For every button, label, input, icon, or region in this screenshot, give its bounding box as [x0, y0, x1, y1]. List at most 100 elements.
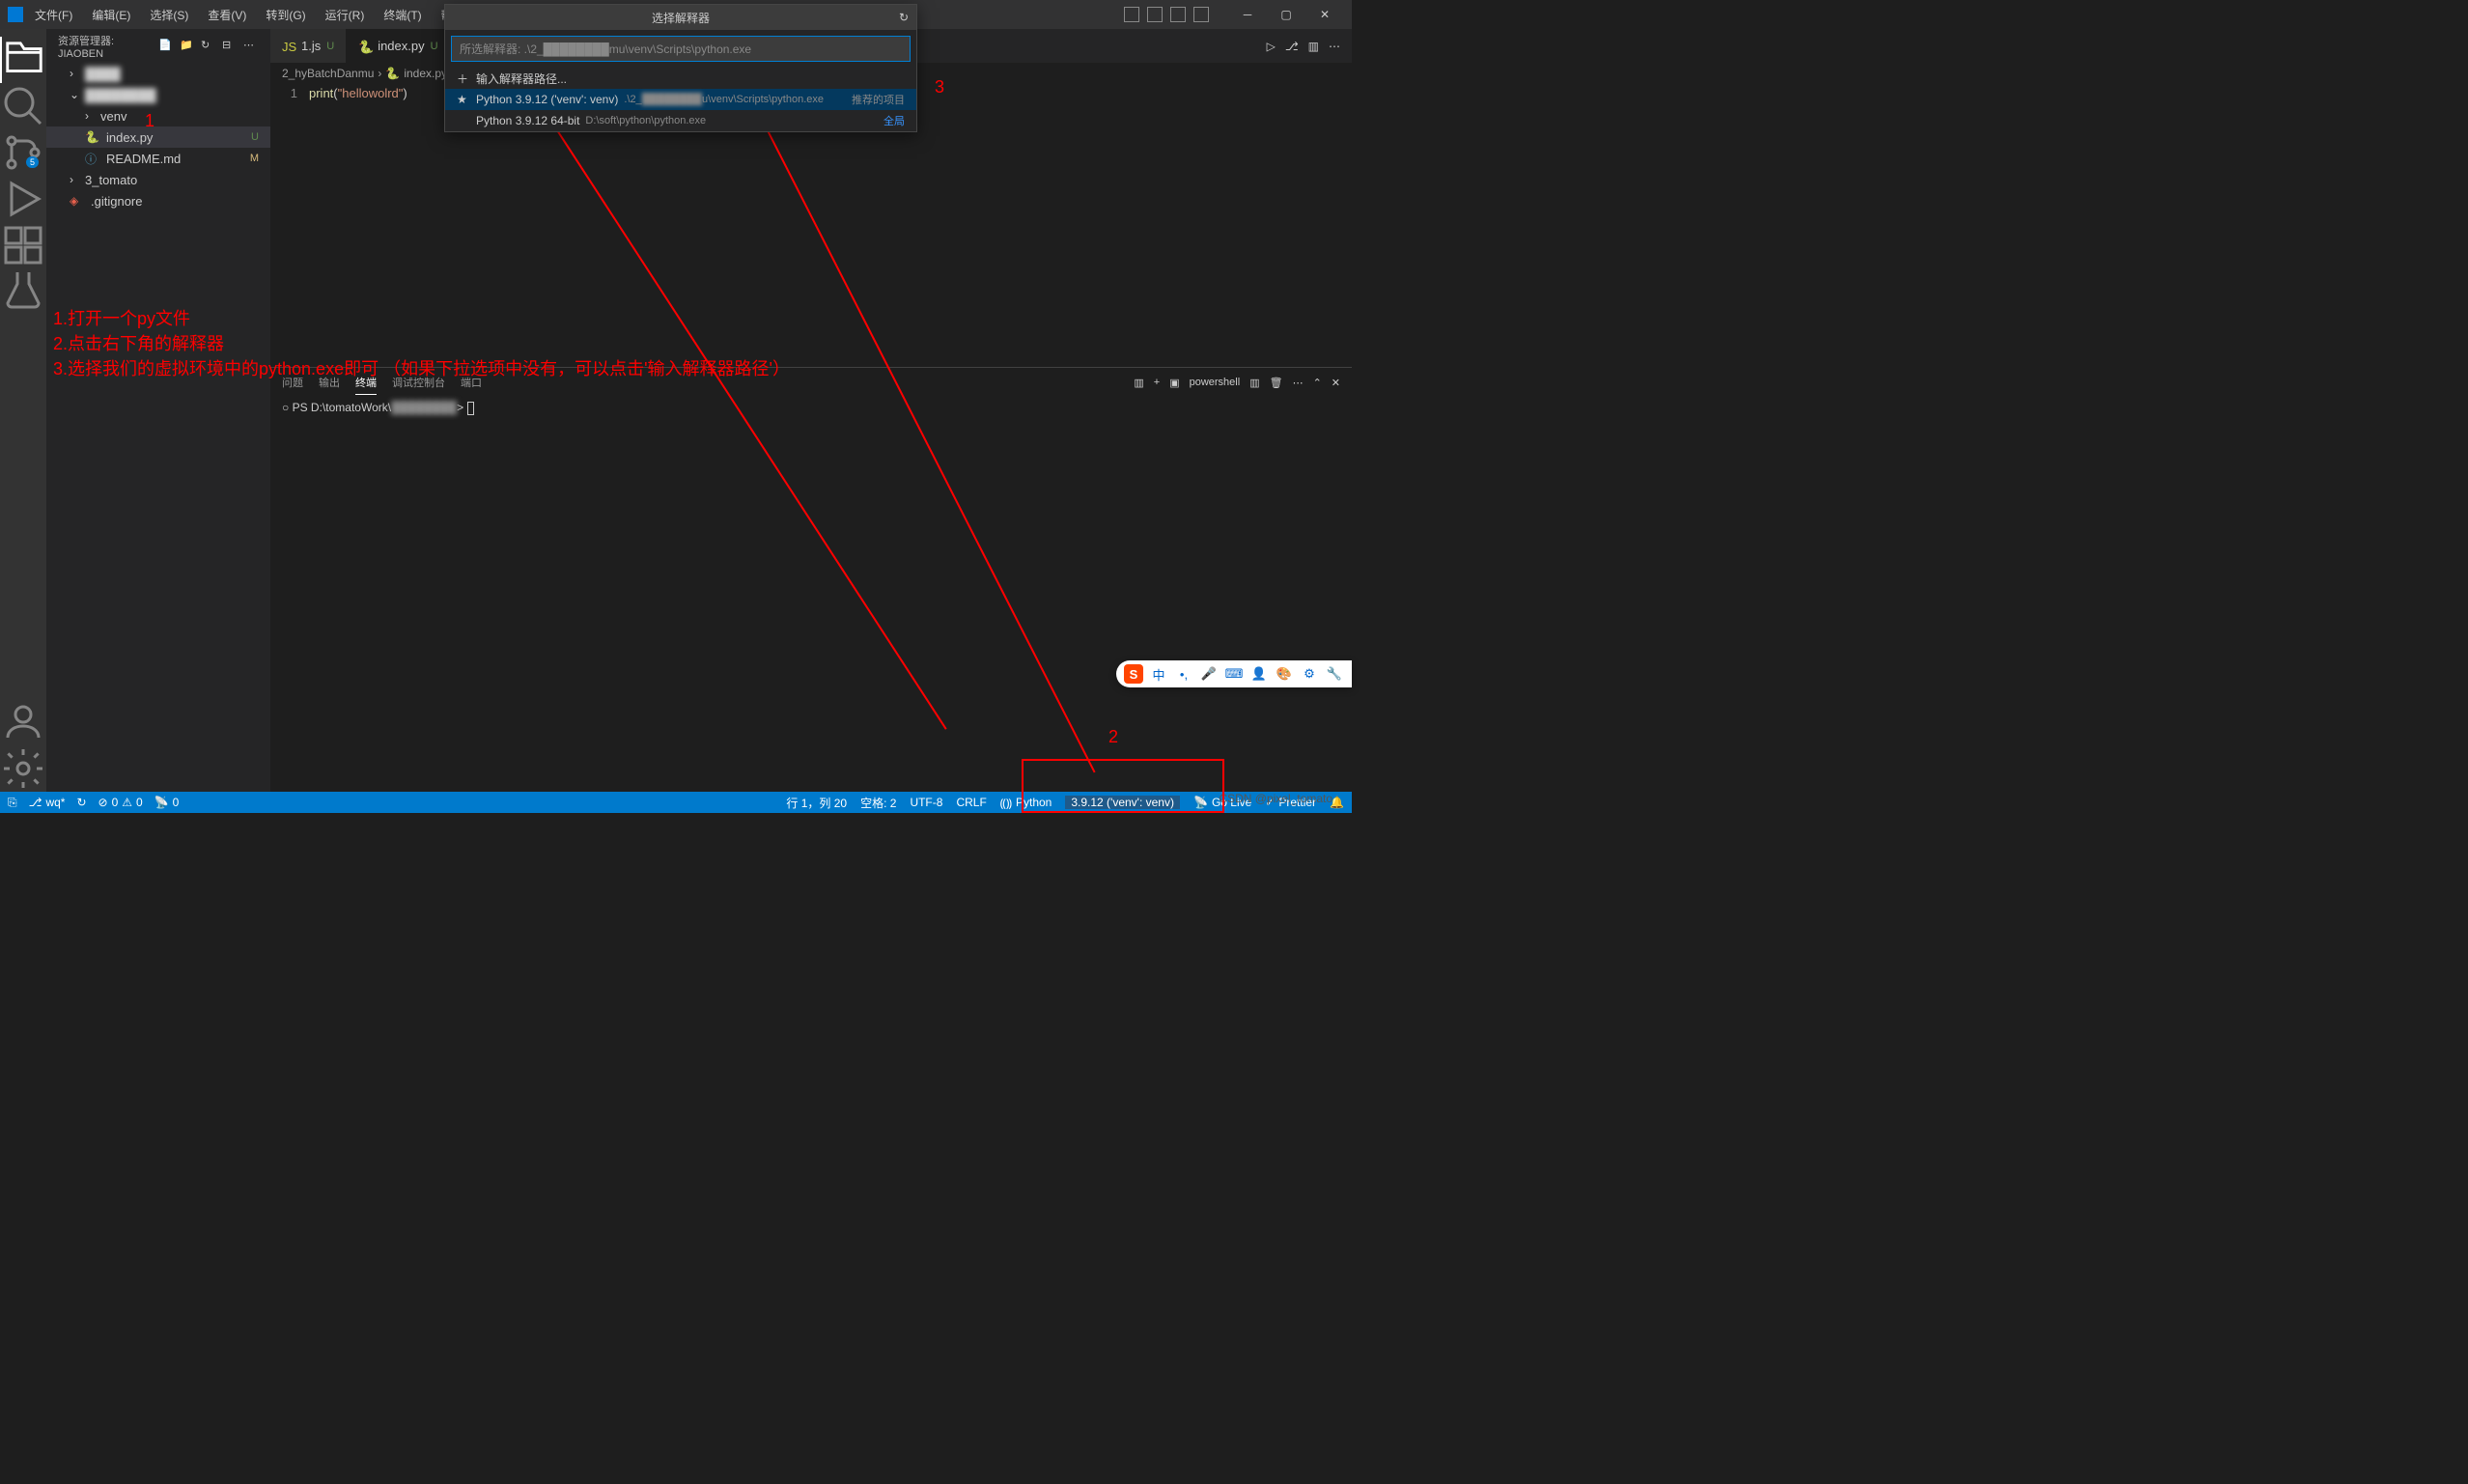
ime-keyboard-icon[interactable]: ⌨	[1224, 664, 1244, 684]
status-spaces[interactable]: 空格: 2	[860, 795, 896, 811]
activity-explorer[interactable]	[0, 37, 46, 83]
picker-enter-path[interactable]: ＋ 输入解释器路径...	[445, 68, 916, 89]
terminal-shell-label[interactable]: powershell	[1190, 377, 1241, 388]
menu-run[interactable]: 运行(R)	[318, 3, 373, 27]
more-icon[interactable]: ⋯	[243, 39, 259, 54]
new-folder-icon[interactable]: 📁	[180, 39, 195, 54]
window-minimize[interactable]: ─	[1228, 0, 1267, 29]
tab-label: 1.js	[301, 39, 321, 53]
status-language[interactable]: ⸨⸩ Python	[1000, 795, 1052, 811]
menu-edit[interactable]: 编辑(E)	[84, 3, 138, 27]
ime-tools-icon[interactable]: 🔧	[1325, 664, 1344, 684]
refresh-icon[interactable]: ↻	[899, 11, 909, 24]
window-close[interactable]: ✕	[1305, 0, 1344, 29]
ime-skin-icon[interactable]: 🎨	[1275, 664, 1294, 684]
tree-folder[interactable]: ›████	[46, 63, 270, 84]
watermark: CSDN @pixel_tomato	[1219, 792, 1332, 805]
vscode-icon	[8, 7, 23, 22]
more-icon[interactable]: ⋯	[1329, 40, 1340, 53]
git-icon: ◈	[70, 194, 87, 208]
menu-select[interactable]: 选择(S)	[142, 3, 196, 27]
panel-tab-problems[interactable]: 问题	[282, 371, 303, 394]
ime-settings-icon[interactable]: ⚙	[1300, 664, 1319, 684]
ime-user-icon[interactable]: 👤	[1249, 664, 1269, 684]
js-icon: JS	[282, 40, 295, 53]
activity-testing[interactable]	[0, 268, 46, 315]
ime-punctuation-icon[interactable]: •,	[1174, 664, 1193, 684]
menu-terminal[interactable]: 终端(T)	[376, 3, 429, 27]
status-remote[interactable]: ⎘	[8, 796, 17, 810]
debug-icon[interactable]: ⎇	[1285, 40, 1299, 53]
split-editor-icon[interactable]: ▥	[1308, 40, 1319, 53]
status-branch[interactable]: ⎇ wq*	[29, 796, 66, 809]
status-interpreter[interactable]: 3.9.12 ('venv': venv)	[1065, 796, 1180, 809]
tree-folder-venv[interactable]: ›venv	[46, 105, 270, 126]
status-sync[interactable]: ↻	[76, 796, 86, 809]
terminal-split-icon[interactable]: ▥	[1134, 377, 1143, 389]
window-maximize[interactable]: ▢	[1267, 0, 1305, 29]
activity-debug[interactable]	[0, 176, 46, 222]
maximize-icon[interactable]: ⌃	[1313, 377, 1322, 389]
collapse-icon[interactable]: ⊟	[222, 39, 238, 54]
terminal-plus-icon[interactable]: +	[1154, 377, 1160, 388]
status-bar: ⎘ ⎇ wq* ↻ ⊘ 0 ⚠ 0 📡 0 行 1，列 20 空格: 2 UTF…	[0, 792, 1352, 813]
layout-sidebar-right-icon[interactable]	[1170, 7, 1186, 22]
activity-settings[interactable]	[0, 745, 46, 792]
layout-sidebar-left-icon[interactable]	[1124, 7, 1139, 22]
tree-file-index-py[interactable]: 🐍index.pyU	[46, 126, 270, 148]
more-icon[interactable]: ⋯	[1293, 377, 1304, 389]
activity-search[interactable]	[0, 83, 46, 129]
status-eol[interactable]: CRLF	[956, 796, 986, 809]
split-icon[interactable]: ▥	[1249, 377, 1259, 389]
terminal-shell-icon[interactable]: ▣	[1169, 377, 1179, 389]
picker-item-venv[interactable]: ★ Python 3.9.12 ('venv': venv) .\2_█████…	[445, 89, 916, 110]
status-cursor[interactable]: 行 1，列 20	[786, 795, 847, 811]
breadcrumb-file[interactable]: index.py	[404, 67, 447, 80]
tab-1js[interactable]: JS 1.js U	[270, 29, 347, 63]
menu-go[interactable]: 转到(G)	[258, 3, 313, 27]
tree-file-gitignore[interactable]: ◈.gitignore	[46, 190, 270, 211]
trash-icon[interactable]: 🗑	[1270, 377, 1283, 389]
run-icon[interactable]: ▷	[1267, 40, 1276, 53]
line-numbers: 1	[270, 84, 309, 367]
menu-view[interactable]: 查看(V)	[200, 3, 254, 27]
panel-tab-terminal[interactable]: 终端	[355, 371, 377, 395]
activity-extensions[interactable]	[0, 222, 46, 268]
info-icon: ⓘ	[85, 151, 102, 167]
terminal-content[interactable]: ○ PS D:\tomatoWork\████████>	[270, 397, 1352, 792]
source-control-badge: 5	[26, 156, 39, 168]
panel-tab-ports[interactable]: 端口	[461, 371, 482, 394]
ime-toolbar[interactable]: S 中 •, 🎤 ⌨ 👤 🎨 ⚙ 🔧	[1116, 660, 1352, 687]
panel-tab-output[interactable]: 输出	[319, 371, 340, 394]
activity-accounts[interactable]	[0, 699, 46, 745]
status-problems[interactable]: ⊘ 0 ⚠ 0	[98, 796, 143, 809]
panel: 问题 输出 终端 调试控制台 端口 ▥ + ▣ powershell ▥ 🗑 ⋯…	[270, 367, 1352, 792]
tree-folder-tomato[interactable]: ›3_tomato	[46, 169, 270, 190]
menu-file[interactable]: 文件(F)	[27, 3, 80, 27]
picker-input[interactable]: 所选解释器: .\2_████████mu\venv\Scripts\pytho…	[451, 36, 911, 62]
plus-icon: ＋	[457, 70, 470, 87]
ime-lang[interactable]: 中	[1149, 664, 1168, 684]
activity-bar: 5	[0, 29, 46, 792]
interpreter-picker: 选择解释器 ↻ 所选解释器: .\2_████████mu\venv\Scrip…	[444, 4, 917, 132]
tab-label: index.py	[378, 39, 424, 53]
explorer-header: 资源管理器: JIAOBEN 📄 📁 ↻ ⊟ ⋯	[46, 29, 270, 63]
ime-voice-icon[interactable]: 🎤	[1199, 664, 1219, 684]
python-icon: 🐍	[358, 40, 372, 53]
new-file-icon[interactable]: 📄	[158, 39, 174, 54]
refresh-icon[interactable]: ↻	[201, 39, 216, 54]
status-encoding[interactable]: UTF-8	[910, 796, 942, 809]
tree-folder[interactable]: ⌄████████	[46, 84, 270, 105]
picker-item-global[interactable]: Python 3.9.12 64-bit D:\soft\python\pyth…	[445, 110, 916, 131]
activity-source-control[interactable]: 5	[0, 129, 46, 176]
explorer-title: 资源管理器: JIAOBEN	[58, 33, 158, 60]
picker-title: 选择解释器 ↻	[445, 5, 916, 30]
close-panel-icon[interactable]: ✕	[1332, 377, 1340, 389]
layout-panel-bottom-icon[interactable]	[1147, 7, 1163, 22]
status-ports[interactable]: 📡 0	[154, 796, 180, 809]
breadcrumb-folder[interactable]: 2_hyBatchDanmu	[282, 67, 374, 80]
tree-file-readme[interactable]: ⓘREADME.mdM	[46, 148, 270, 169]
tab-index-py[interactable]: 🐍 index.py U	[347, 29, 450, 63]
panel-tab-debug[interactable]: 调试控制台	[392, 371, 445, 394]
layout-customize-icon[interactable]	[1193, 7, 1209, 22]
